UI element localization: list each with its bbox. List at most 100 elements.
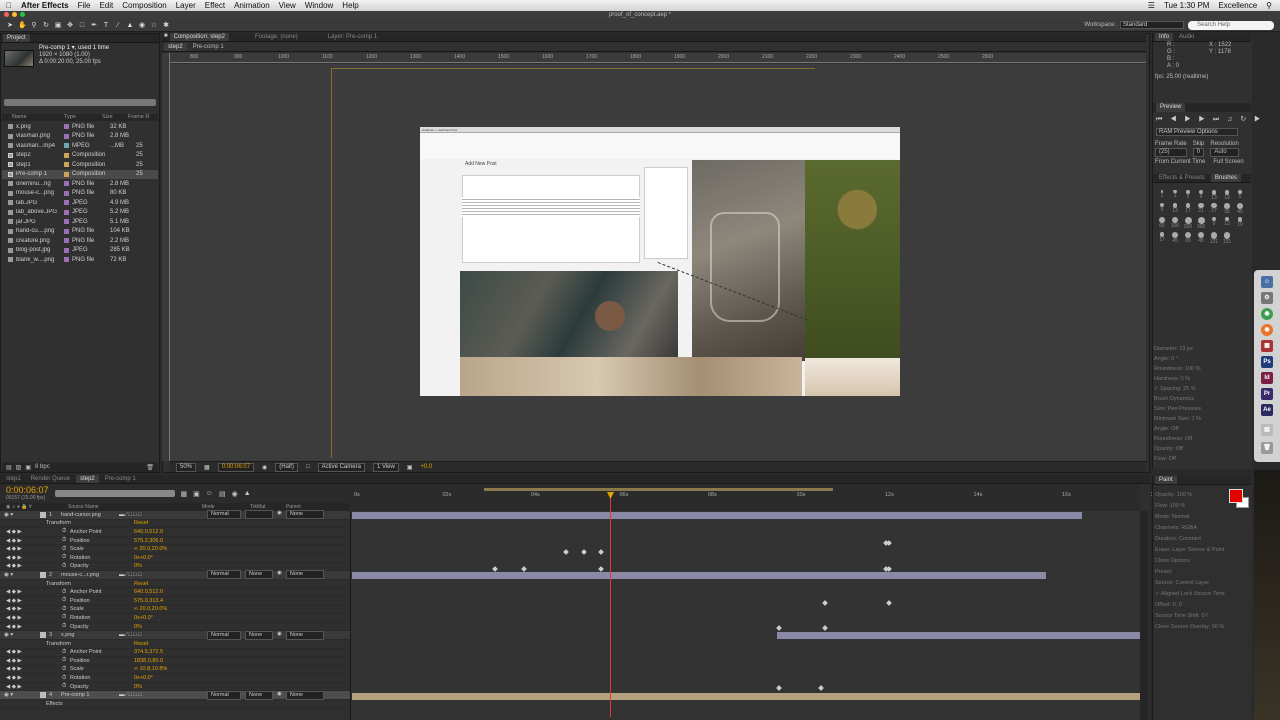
timeline-layer-row[interactable]: ◉ ▾ 4 Pre-comp 1 ▬ ∕ □ □ □ Normal None ◉ None (0, 690, 350, 701)
property-row[interactable]: ◀ ◆ ▶ ⏱ Anchor Point 640.0,512.0 (0, 588, 350, 597)
label-color-swatch[interactable] (64, 247, 69, 253)
trash-icon[interactable]: 🗑 (146, 464, 154, 471)
blend-mode-select[interactable]: Normal (207, 510, 241, 520)
system-prefs-icon[interactable]: ⚙ (1261, 292, 1273, 304)
stopwatch-icon[interactable]: ⏱ (62, 623, 70, 630)
brush-tip[interactable]: 45 (1169, 231, 1181, 245)
layer-name[interactable]: Pre-comp 1 (61, 692, 119, 698)
brush-property[interactable]: Roundness: Off (1154, 434, 1250, 444)
timeline-search-input[interactable] (54, 490, 175, 497)
property-value[interactable]: 0x+0.0° (134, 555, 153, 561)
layer-duration-bar[interactable] (352, 572, 1046, 580)
brush-tip[interactable]: 45 (1195, 231, 1207, 245)
resolution-select[interactable]: (Half) (275, 462, 298, 472)
stopwatch-icon[interactable]: ⏱ (62, 546, 70, 553)
property-value[interactable]: 1838.0,80.0 (134, 658, 163, 664)
property-group-row[interactable]: Transform Reset (0, 580, 350, 589)
paint-property[interactable]: Offset: 0, 0 (1155, 600, 1249, 611)
stopwatch-icon[interactable]: ⏱ (62, 589, 70, 596)
new-folder-icon[interactable]: ▧ (16, 464, 22, 471)
project-item-row[interactable]: hand-cu....png PNG file 104 KB (2, 227, 158, 237)
project-item-row[interactable]: lab_above.JPG JPEG 5.2 MB (2, 208, 158, 218)
premiere-icon[interactable]: Pr (1261, 388, 1273, 400)
flow-step2[interactable]: step2 (164, 43, 187, 51)
tab-effects-presets[interactable]: Effects & Presets (1155, 174, 1209, 182)
motion-blur-icon[interactable]: ◉ (232, 490, 238, 498)
timeline-layer-row[interactable]: ◉ ▾ 3 x.png ▬ ∕ □ □ □ Normal None ◉ None (0, 630, 350, 640)
guide-horizontal[interactable] (331, 68, 815, 69)
reset-link[interactable]: Reset (134, 581, 148, 587)
audio-icon[interactable]: ♫ (1227, 116, 1235, 123)
roi-icon[interactable]: □ (306, 464, 310, 470)
label-color-swatch[interactable] (64, 162, 69, 168)
property-row[interactable]: ◀ ◆ ▶ ⏱ Scale ∞ 20.0,20.0% (0, 545, 350, 554)
brush-tip[interactable]: 35 (1221, 202, 1233, 215)
brush-tool-icon[interactable]: ∕ (114, 22, 122, 29)
label-color-swatch[interactable] (64, 190, 69, 196)
property-row[interactable]: ◀ ◆ ▶ ⏱ Scale ∞ 20.0,20.0% (0, 606, 350, 615)
brush-property[interactable]: Diameter: 13 px (1154, 344, 1250, 354)
layer-switches[interactable]: ▬ ∕ □ □ □ (119, 572, 207, 578)
brush-tip[interactable]: 9 (1195, 190, 1207, 201)
project-item-row[interactable]: lab.JPG JPEG 4.9 MB (2, 198, 158, 208)
label-color-swatch[interactable] (64, 143, 69, 149)
visibility-icon[interactable]: ◉ ▾ (0, 632, 40, 638)
keyframe-nav-icon[interactable]: ◀ ◆ ▶ (0, 546, 62, 552)
blend-mode-select[interactable]: Normal (207, 690, 241, 700)
flow-precomp[interactable]: Pre-comp 1 (189, 43, 228, 51)
after-effects-icon[interactable]: Ae (1261, 404, 1273, 416)
menu-effect[interactable]: Effect (205, 1, 225, 10)
brush-tip[interactable]: 100 (1169, 216, 1181, 230)
stopwatch-icon[interactable]: ⏱ (62, 666, 70, 673)
keyframe-nav-icon[interactable]: ◀ ◆ ▶ (0, 658, 62, 664)
keyframe-nav-icon[interactable]: ◀ ◆ ▶ (0, 529, 62, 535)
brush-property[interactable]: Angle: Off (1154, 424, 1250, 434)
property-group-row[interactable]: Effects (0, 700, 350, 709)
menu-animation[interactable]: Animation (234, 1, 270, 10)
brush-tip[interactable]: 131 (1208, 231, 1220, 245)
toggle-pixel-icon[interactable]: ▣ (407, 464, 413, 471)
ram-preview-icon[interactable]: ▶ (1254, 116, 1263, 123)
trash-dock-icon[interactable]: 🗑 (1261, 442, 1273, 454)
stopwatch-icon[interactable]: ⏱ (62, 528, 70, 535)
paint-property[interactable]: Preset: (1155, 567, 1249, 578)
brush-property[interactable]: Opacity: Off (1154, 444, 1250, 454)
chrome-icon[interactable]: ◉ (1261, 308, 1273, 320)
property-group-name[interactable]: Effects (0, 701, 134, 707)
pan-behind-tool-icon[interactable]: ✥ (66, 21, 74, 29)
keyframe-nav-icon[interactable]: ◀ ◆ ▶ (0, 666, 62, 672)
rectangle-tool-icon[interactable]: □ (78, 22, 86, 29)
brush-tip[interactable]: 1 (1156, 190, 1168, 201)
label-color-swatch[interactable] (64, 209, 69, 215)
property-group-name[interactable]: Transform (0, 520, 134, 526)
hand-tool-icon[interactable]: ✋ (18, 21, 27, 29)
app-menu[interactable]: After Effects (21, 1, 69, 10)
property-row[interactable]: ◀ ◆ ▶ ⏱ Rotation 0x+0.0° (0, 554, 350, 563)
skip-input[interactable]: 0 (1192, 148, 1205, 157)
graph-editor-icon[interactable]: ▲ (244, 490, 251, 497)
type-tool-icon[interactable]: T (102, 22, 110, 29)
keyframe-nav-icon[interactable]: ◀ ◆ ▶ (0, 563, 62, 569)
camera-tool-icon[interactable]: ▣ (54, 21, 62, 29)
timeline-layer-row[interactable]: ◉ ▾ 2 mouse-c...r.png ▬ ∕ □ □ □ Normal None ◉ N… (0, 570, 350, 580)
spotlight-icon[interactable]: ⚲ (1266, 1, 1272, 10)
keyframe-nav-icon[interactable]: ◀ ◆ ▶ (0, 675, 62, 681)
property-row[interactable]: ◀ ◆ ▶ ⏱ Rotation 0x+0.0° (0, 614, 350, 623)
draft-3d-icon[interactable]: ▣ (193, 490, 200, 498)
tab-step1[interactable]: step1 (2, 475, 25, 483)
tab-composition[interactable]: Composition: step2 (169, 33, 229, 41)
col-type[interactable]: Type (64, 114, 102, 121)
menu-window[interactable]: Window (305, 1, 333, 10)
property-value[interactable]: ∞ 20.0,20.0% (134, 546, 167, 552)
grid-icon[interactable]: ▦ (204, 464, 210, 471)
brush-property[interactable]: Size: Pen Pressure (1154, 404, 1250, 414)
pickwhip-icon[interactable]: ◉ (277, 691, 282, 700)
project-item-row[interactable]: x.png PNG file 32 KB (2, 122, 158, 132)
tab-brushes[interactable]: Brushes (1210, 174, 1241, 182)
label-color-swatch[interactable] (64, 228, 69, 234)
keyframe-nav-icon[interactable]: ◀ ◆ ▶ (0, 555, 62, 561)
guide-vertical[interactable] (331, 68, 332, 458)
pickwhip-icon[interactable]: ◉ (277, 510, 282, 519)
keyframe-nav-icon[interactable]: ◀ ◆ ▶ (0, 598, 62, 604)
col-size[interactable]: Size (102, 114, 128, 121)
